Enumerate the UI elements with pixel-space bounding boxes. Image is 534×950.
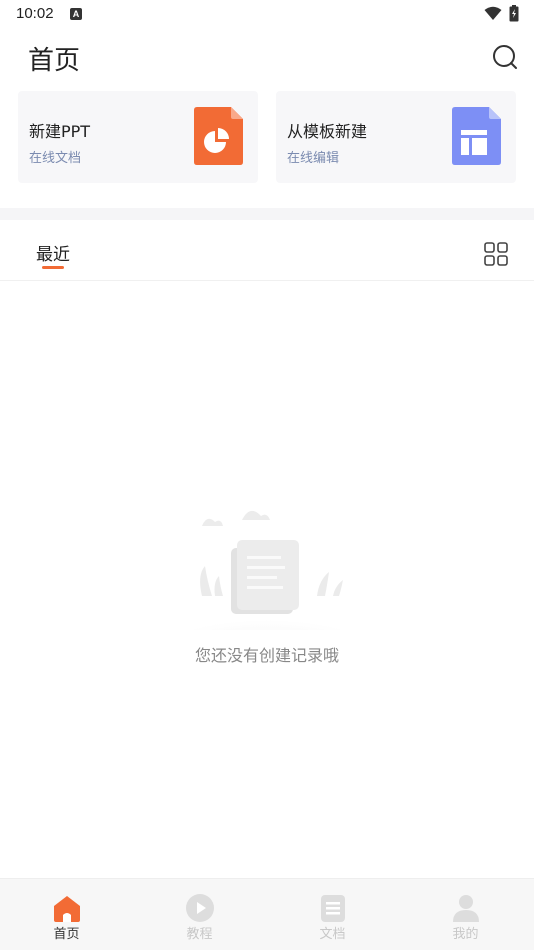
ppt-file-icon (194, 107, 243, 165)
status-bar: 10:02 A (0, 0, 534, 28)
tab-recent[interactable]: 最近 (36, 240, 70, 265)
nav-item-documents[interactable]: 文档 (266, 879, 399, 950)
section-separator (0, 208, 534, 220)
search-button[interactable] (490, 42, 520, 72)
from-template-title: 从模板新建 (287, 122, 368, 141)
search-icon (493, 45, 517, 69)
from-template-card[interactable]: 从模板新建 在线编辑 (276, 91, 516, 183)
grid-view-icon (484, 242, 508, 266)
bottom-navigation: 首页 教程 文档 我的 (0, 878, 534, 950)
battery-icon (509, 5, 519, 22)
page-title: 首页 (28, 46, 81, 76)
new-ppt-subtitle: 在线文档 (29, 151, 82, 166)
nav-label-documents: 文档 (319, 927, 346, 942)
nav-item-profile[interactable]: 我的 (399, 879, 532, 950)
document-icon (321, 895, 345, 922)
notification-a-icon: A (70, 8, 82, 20)
nav-label-profile: 我的 (452, 927, 479, 942)
wifi-icon (484, 6, 502, 20)
nav-item-tutorial[interactable]: 教程 (133, 879, 266, 950)
new-ppt-title: 新建PPT (29, 122, 91, 141)
nav-item-home[interactable]: 首页 (0, 879, 133, 950)
tab-recent-indicator (42, 266, 64, 269)
status-time: 10:02 (16, 5, 54, 22)
play-icon (186, 894, 214, 922)
nav-label-tutorial: 教程 (186, 927, 213, 942)
tab-divider (0, 280, 534, 281)
user-icon (453, 895, 479, 922)
template-file-icon (452, 107, 501, 165)
home-icon (54, 896, 80, 922)
grid-view-button[interactable] (484, 242, 508, 266)
new-ppt-card[interactable]: 新建PPT 在线文档 (18, 91, 258, 183)
from-template-subtitle: 在线编辑 (287, 151, 340, 166)
nav-label-home: 首页 (53, 927, 80, 942)
empty-scroll-illustration (159, 510, 375, 630)
empty-state-message: 您还没有创建记录哦 (194, 646, 339, 665)
